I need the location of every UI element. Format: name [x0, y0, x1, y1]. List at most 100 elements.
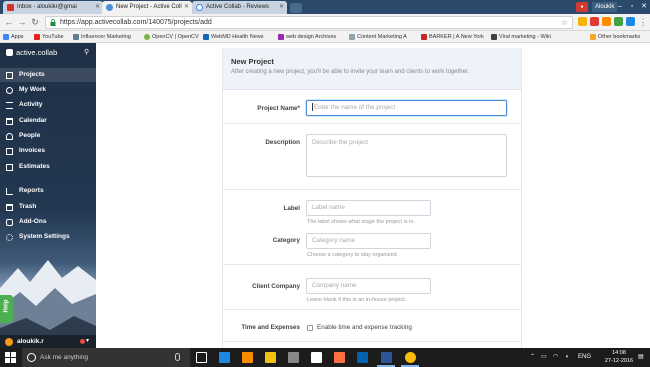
new-tab-button[interactable]	[290, 3, 302, 13]
form-header: New Project After creating a new project…	[223, 48, 521, 90]
divider	[223, 341, 521, 342]
estimate-icon	[6, 164, 13, 171]
sidebar-item-add-ons[interactable]: Add-Ons	[0, 215, 96, 229]
reload-icon[interactable]: ↻	[30, 17, 40, 27]
url-bar[interactable]: https://app.activecollab.com/140075/proj…	[45, 16, 573, 29]
extension-icon[interactable]	[590, 17, 599, 26]
reports-icon	[6, 188, 13, 195]
system-clock[interactable]: 14:08 27-12-2016	[604, 350, 634, 365]
app-icon[interactable]	[288, 352, 299, 363]
app-icon[interactable]	[334, 352, 345, 363]
label-placeholder: Label name	[312, 204, 345, 211]
brand-name: active.collab	[16, 48, 58, 57]
help-button[interactable]: Help	[0, 295, 13, 323]
store-icon[interactable]	[311, 352, 322, 363]
sidebar-item-reports[interactable]: Reports	[0, 184, 96, 198]
bookmark-influencer[interactable]: Influencer Marketing	[73, 32, 131, 42]
description-placeholder: Describe the project	[312, 139, 368, 146]
mail-icon[interactable]	[357, 352, 368, 363]
close-window-icon[interactable]: ✕	[638, 0, 650, 14]
page-icon	[349, 34, 355, 40]
close-icon[interactable]: ✕	[95, 1, 100, 14]
project-name-input[interactable]: Enter the name of the project	[306, 100, 507, 116]
browser-tab-bar: Inbox - aloukikr@gmai ✕ New Project - Ac…	[0, 0, 650, 14]
sidebar-item-label: Invoices	[19, 147, 46, 154]
bookmark-webmd[interactable]: WebMD Health News	[203, 32, 263, 42]
bookmark-viral[interactable]: Viral marketing - Wiki	[491, 32, 551, 42]
battery-icon[interactable]: ▭	[541, 348, 547, 367]
sidebar-user[interactable]: aloukik.r ▾	[0, 335, 96, 348]
back-arrow-icon[interactable]: ←	[4, 17, 14, 27]
tab-label: Active Collab - Reviews	[206, 4, 270, 10]
divider	[223, 309, 521, 310]
minimize-icon[interactable]: –	[614, 0, 626, 14]
tab-reviews[interactable]: Active Collab - Reviews ✕	[192, 1, 287, 14]
tab-new-project[interactable]: New Project - Active Coll ✕	[102, 1, 192, 14]
wifi-icon[interactable]: ◠	[553, 348, 558, 367]
time-tracking-checkbox-label[interactable]: Enable time and expense tracking	[317, 324, 412, 331]
file-explorer-icon[interactable]	[265, 352, 276, 363]
tab-gmail[interactable]: Inbox - aloukikr@gmai ✕	[3, 1, 103, 14]
tray-chevron-icon[interactable]: ⌃	[530, 348, 535, 367]
close-icon[interactable]: ✕	[184, 1, 189, 14]
client-company-input[interactable]: Company name	[306, 278, 431, 294]
task-view-icon[interactable]	[196, 352, 207, 363]
tab-label: Inbox - aloukikr@gmai	[17, 4, 77, 10]
xampp-icon[interactable]	[242, 352, 253, 363]
bookmark-content-marketing[interactable]: Content Marketing A	[349, 32, 407, 42]
sidebar: active.collab ⚲ Projects My Work Activit…	[0, 43, 96, 348]
sidebar-item-invoices[interactable]: Invoices	[0, 144, 96, 158]
sidebar-item-my-work[interactable]: My Work	[0, 83, 96, 97]
bookmark-other[interactable]: Other bookmarks	[590, 32, 640, 42]
wikipedia-icon	[491, 34, 497, 40]
search-icon[interactable]: ⚲	[84, 48, 92, 56]
sidebar-item-calendar[interactable]: Calendar	[0, 114, 96, 128]
close-icon[interactable]: ✕	[279, 1, 284, 14]
clock-time: 14:08	[612, 350, 626, 356]
sidebar-item-label: Trash	[19, 203, 37, 210]
chrome-icon[interactable]	[405, 352, 416, 363]
extension-icon[interactable]	[578, 17, 587, 26]
bookmark-apps[interactable]: Apps	[3, 32, 24, 42]
bookmark-youtube[interactable]: YouTube	[34, 32, 64, 42]
extension-icon[interactable]	[614, 17, 623, 26]
volume-icon[interactable]: ◖	[565, 348, 569, 367]
cortana-search[interactable]: Ask me anything	[22, 348, 190, 367]
edge-icon[interactable]	[219, 352, 230, 363]
extension-icon[interactable]	[626, 17, 635, 26]
label-input[interactable]: Label name	[306, 200, 431, 216]
sidebar-item-projects[interactable]: Projects	[0, 68, 96, 82]
profile-badge-icon[interactable]: ●	[576, 2, 588, 12]
activecollab-logo-icon	[6, 49, 13, 56]
user-name: aloukik.r	[17, 338, 44, 345]
forward-arrow-icon[interactable]: →	[17, 17, 27, 27]
notifications-icon[interactable]: ▤	[638, 348, 644, 367]
bookmark-star-icon[interactable]: ☆	[561, 17, 568, 28]
microphone-icon[interactable]	[175, 353, 180, 361]
menu-dots-icon[interactable]: ⋮	[638, 17, 648, 27]
sidebar-item-people[interactable]: People	[0, 129, 96, 143]
calendar-icon	[6, 118, 13, 125]
bookmark-webdesign[interactable]: web design Archives	[278, 32, 336, 42]
sidebar-item-label: Projects	[19, 71, 45, 78]
extension-icon[interactable]	[602, 17, 611, 26]
sidebar-item-activity[interactable]: Activity	[0, 98, 96, 112]
sidebar-item-system-settings[interactable]: System Settings	[0, 230, 96, 244]
sidebar-item-estimates[interactable]: Estimates	[0, 160, 96, 174]
description-textarea[interactable]: Describe the project	[306, 134, 507, 177]
bookmark-barker[interactable]: BARKER | A New York	[421, 32, 484, 42]
category-input[interactable]: Category name	[306, 233, 431, 249]
text-caret	[312, 103, 313, 112]
maximize-icon[interactable]: ▫	[626, 0, 638, 14]
word-icon[interactable]	[381, 352, 392, 363]
time-tracking-checkbox[interactable]	[307, 325, 313, 331]
windows-start-icon[interactable]	[5, 352, 16, 363]
category-label: Category	[272, 237, 300, 244]
people-icon	[6, 133, 13, 140]
language-indicator[interactable]: ENG	[578, 348, 591, 367]
bookmark-opencv[interactable]: OpenCV | OpenCV	[144, 32, 199, 42]
folder-icon	[6, 72, 13, 79]
label-hint: The label shows what stage the project i…	[307, 219, 415, 225]
sidebar-item-trash[interactable]: Trash	[0, 200, 96, 214]
chevron-down-icon[interactable]: ▾	[86, 335, 89, 348]
